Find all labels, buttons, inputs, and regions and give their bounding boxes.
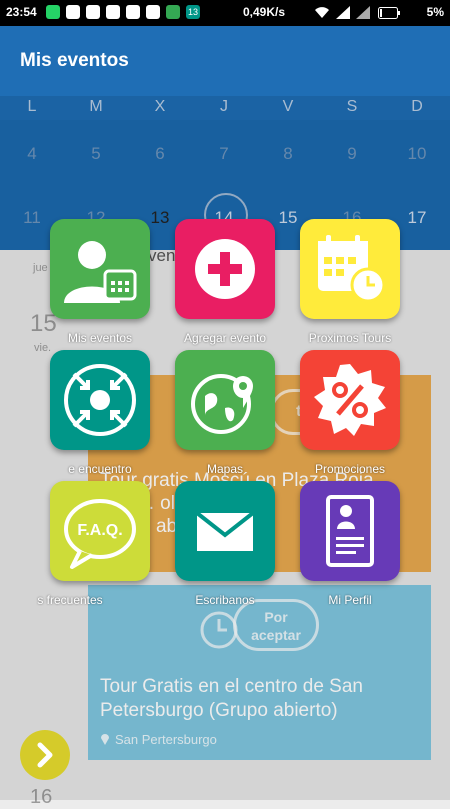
profile-document-icon [326, 495, 374, 567]
battery-icon [378, 7, 400, 19]
play-store-icon [166, 5, 180, 19]
chevron-right-icon [37, 742, 53, 768]
status-time: 23:54 [6, 5, 37, 19]
meeting-point-icon [64, 364, 136, 436]
app-bar: Mis eventos [0, 26, 450, 96]
menu-tile-agregar-evento[interactable] [175, 219, 275, 319]
menu-label: Proximos Tours [308, 331, 392, 345]
gmail-icon [86, 5, 100, 19]
page-title: Mis eventos [20, 50, 129, 71]
menu-tile-mapas[interactable] [175, 350, 275, 450]
menu-tile-escribanos[interactable] [175, 481, 275, 581]
next-fab-button[interactable] [20, 730, 70, 780]
menu-label: Promociones [314, 462, 386, 476]
menu-label: Agregar evento [183, 331, 267, 345]
map-pin-icon [191, 374, 253, 434]
network-speed: 0,49K/s [243, 5, 286, 19]
faq-text: F.A.Q. [77, 522, 122, 539]
menu-label: s frecuentes [37, 593, 103, 607]
menu-tile-promociones[interactable] [300, 350, 400, 450]
user-calendar-icon [64, 241, 137, 303]
gmail-icon [126, 5, 140, 19]
gmail-icon [106, 5, 120, 19]
menu-label: Escribanos [195, 593, 255, 607]
menu-label: e encuentro [68, 462, 132, 476]
menu-label: Mi Perfil [328, 593, 372, 607]
gmail-icon [146, 5, 160, 19]
menu-label: Mapas [206, 462, 244, 476]
percent-badge-icon [314, 364, 386, 436]
menu-label: Mis eventos [67, 331, 133, 345]
envelope-icon [195, 511, 255, 551]
battery-percent: 5% [426, 5, 444, 19]
menu-tile-proximos-tours[interactable] [300, 219, 400, 319]
whatsapp-icon [46, 5, 60, 19]
plus-icon [195, 239, 255, 299]
calendar-clock-icon [318, 235, 386, 303]
faq-bubble-icon: F.A.Q. [64, 499, 136, 569]
status-bar: 23:54 13 0,49K/s 5% [0, 0, 450, 26]
menu-tile-mis-eventos[interactable] [50, 219, 150, 319]
menu-tile-punto-encuentro[interactable] [50, 350, 150, 450]
menu-tile-preguntas-frecuentes[interactable]: F.A.Q. [50, 481, 150, 581]
signal-icon [356, 6, 370, 19]
menu-tile-mi-perfil[interactable] [300, 481, 400, 581]
notif-badge: 13 [186, 5, 200, 19]
signal-icon [336, 6, 350, 19]
wifi-icon [315, 7, 329, 18]
gmail-icon [66, 5, 80, 19]
